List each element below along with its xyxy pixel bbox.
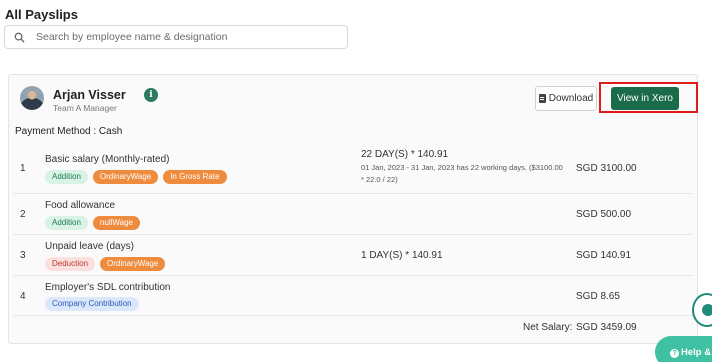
row-index: 4 <box>20 291 26 302</box>
row-index: 3 <box>20 250 26 261</box>
help-label: Help & S <box>681 347 712 358</box>
item-title: Basic salary (Monthly-rated) <box>45 154 170 165</box>
table-row: 4 Employer's SDL contribution Company Co… <box>13 276 693 316</box>
employee-name: Arjan Visser <box>53 88 126 102</box>
net-salary-label: Net Salary: <box>523 322 573 333</box>
item-calculation: 22 DAY(S) * 140.91 <box>361 149 449 160</box>
item-title: Employer's SDL contribution <box>45 282 171 293</box>
table-row: 1 Basic salary (Monthly-rated) Addition … <box>13 145 693 194</box>
search-bar[interactable] <box>4 25 348 49</box>
info-icon[interactable]: i <box>144 88 158 102</box>
item-title: Unpaid leave (days) <box>45 241 134 252</box>
table-row: 2 Food allowance Addition nullWage SGD 5… <box>13 194 693 235</box>
tag-addition: Addition <box>45 170 88 184</box>
row-index: 1 <box>20 163 26 174</box>
item-calculation-note: 01 Jan, 2023 - 31 Jan, 2023 has 22 worki… <box>361 163 563 184</box>
row-index: 2 <box>20 209 26 220</box>
tag-deduction: Deduction <box>45 257 96 271</box>
search-icon <box>12 30 26 44</box>
document-icon <box>538 94 546 103</box>
employee-role: Team A Manager <box>53 103 117 113</box>
item-amount: SGD 3100.00 <box>576 163 637 174</box>
search-input[interactable] <box>36 31 336 43</box>
avatar <box>20 86 44 110</box>
tag-in-gross-rate: In Gross Rate <box>163 170 227 184</box>
page-title: All Payslips <box>5 7 78 22</box>
item-amount: SGD 8.65 <box>576 291 620 302</box>
tag-ordinary-wage: OrdinaryWage <box>92 170 159 184</box>
view-in-xero-button[interactable]: View in Xero <box>611 87 679 110</box>
item-calculation: 1 DAY(S) * 140.91 <box>361 250 443 261</box>
tag-ordinary-wage: OrdinaryWage <box>100 257 166 271</box>
item-title: Food allowance <box>45 200 116 211</box>
question-icon: ? <box>670 349 679 358</box>
download-label: Download <box>548 93 594 104</box>
payment-method: Payment Method : Cash <box>15 126 123 137</box>
item-amount: SGD 500.00 <box>576 209 632 220</box>
payslip-card: Arjan Visser Team A Manager i Download V… <box>8 74 698 344</box>
help-button[interactable]: ?Help & S <box>655 336 712 362</box>
tag-null-wage: nullWage <box>92 216 140 230</box>
item-amount: SGD 140.91 <box>576 250 632 261</box>
tag-company-contribution: Company Contribution <box>45 297 139 311</box>
net-salary-value: SGD 3459.09 <box>576 322 637 333</box>
download-button[interactable]: Download <box>535 86 597 111</box>
tag-addition: Addition <box>45 216 88 230</box>
table-row: 3 Unpaid leave (days) Deduction Ordinary… <box>13 235 693 276</box>
